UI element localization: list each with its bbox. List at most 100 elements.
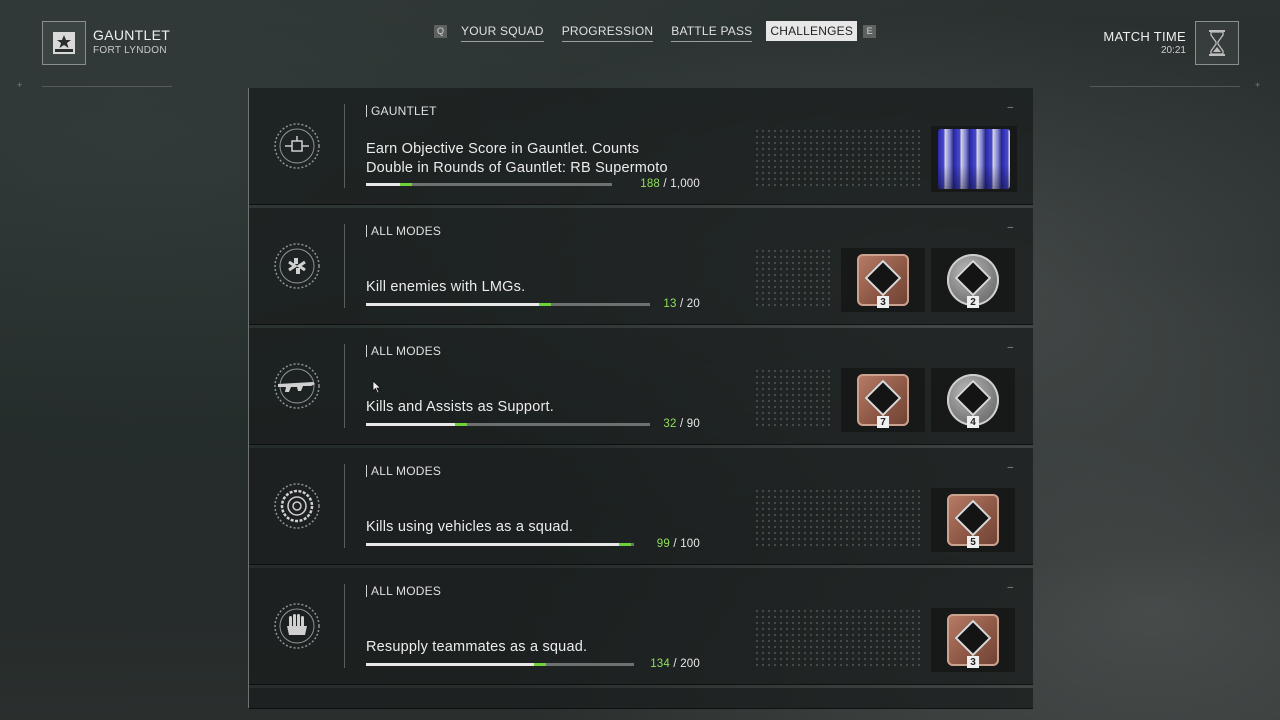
card-separator: [344, 464, 345, 548]
challenge-list[interactable]: GAUNTLET Earn Objective Score in Gauntle…: [248, 88, 1033, 709]
support-rifle-icon: [273, 362, 321, 410]
tab-progression[interactable]: PROGRESSION: [558, 21, 658, 42]
match-time-label: MATCH TIME: [1103, 29, 1186, 44]
vehicle-skin-icon: [938, 129, 1010, 189]
silver-token-icon: 2: [947, 254, 999, 308]
reward-count: 3: [967, 656, 979, 668]
reward-slot[interactable]: 3: [841, 248, 925, 312]
match-time-value: 20:21: [1160, 45, 1186, 56]
bronze-token-icon: 7: [857, 374, 909, 428]
top-tabs: Q YOUR SQUAD PROGRESSION BATTLE PASS CHA…: [434, 21, 877, 42]
progress-gain: [539, 303, 551, 306]
resupply-hand-icon: [273, 602, 321, 650]
mouse-cursor-icon: [372, 380, 382, 394]
game-mode-title: GAUNTLET: [93, 27, 171, 43]
progress-gain: [619, 543, 631, 546]
reward-count: 2: [967, 296, 979, 308]
progress-fill: [366, 423, 455, 426]
corner-mark: +: [17, 80, 23, 90]
challenge-category: ALL MODES: [366, 465, 441, 477]
collapse-mark: –: [1007, 462, 1013, 473]
tab-battle-pass[interactable]: BATTLE PASS: [667, 21, 756, 42]
progress-gain: [400, 183, 412, 186]
challenge-category: GAUNTLET: [366, 105, 437, 117]
collapse-mark: –: [1007, 582, 1013, 593]
dot-pattern: [754, 248, 834, 306]
reward-slot[interactable]: 4: [931, 368, 1015, 432]
challenge-description: Kill enemies with LMGs.: [366, 278, 525, 297]
match-time-emblem: [1195, 21, 1239, 65]
card-separator: [344, 344, 345, 428]
progress-fill: [366, 183, 400, 186]
dot-pattern: [754, 128, 924, 186]
reward-count: 7: [877, 416, 889, 428]
challenge-description-line: Kills and Assists as Support.: [366, 399, 554, 415]
tab-prev-key[interactable]: Q: [434, 24, 447, 38]
dot-pattern: [754, 368, 834, 426]
progress-text: 13 / 20: [663, 298, 700, 310]
reward-count: 4: [967, 416, 979, 428]
progress-current: 134: [650, 658, 670, 670]
reward-count: 3: [877, 296, 889, 308]
progress-current: 188: [640, 178, 661, 190]
progress-current: 32: [663, 418, 677, 430]
challenge-card[interactable]: ALL MODES Kills and Assists as Support. …: [249, 328, 1033, 445]
progress-total: 1,000: [670, 178, 700, 190]
progress-fill: [366, 543, 619, 546]
challenge-card[interactable]: ALL MODES Resupply teammates as a squad.…: [249, 568, 1033, 685]
progress-total: 100: [680, 538, 700, 550]
star-flag-icon: [53, 32, 75, 54]
challenge-category: ALL MODES: [366, 585, 441, 597]
progress-total: 90: [686, 418, 700, 430]
collapse-mark: –: [1007, 102, 1013, 113]
bronze-token-icon: 3: [947, 614, 999, 668]
card-separator: [344, 584, 345, 668]
card-separator: [344, 224, 345, 308]
challenge-description: Resupply teammates as a squad.: [366, 638, 587, 657]
divider: [1090, 86, 1240, 87]
progress-fill: [366, 303, 539, 306]
reward-slot[interactable]: 3: [931, 608, 1015, 672]
challenge-description: Earn Objective Score in Gauntlet. Counts…: [366, 140, 668, 178]
challenge-description: Kills using vehicles as a squad.: [366, 518, 573, 537]
reward-slot[interactable]: [931, 126, 1017, 192]
card-separator: [344, 104, 345, 188]
challenge-card[interactable]: [249, 688, 1033, 709]
progress-text: 99 / 100: [656, 538, 700, 550]
tab-next-key[interactable]: E: [863, 24, 877, 38]
bronze-token-icon: 3: [857, 254, 909, 308]
progress-bar: [366, 183, 612, 186]
tab-your-squad[interactable]: YOUR SQUAD: [457, 21, 548, 42]
challenge-card[interactable]: ALL MODES Kills using vehicles as a squa…: [249, 448, 1033, 565]
challenge-description-line: Resupply teammates as a squad.: [366, 639, 588, 655]
challenge-card[interactable]: GAUNTLET Earn Objective Score in Gauntle…: [249, 88, 1033, 205]
progress-text: 32 / 90: [663, 418, 700, 430]
challenge-description: Kills and Assists as Support.: [366, 398, 554, 417]
map-name: FORT LYNDON: [93, 45, 167, 56]
progress-bar: [366, 663, 634, 666]
challenge-card[interactable]: ALL MODES Kill enemies with LMGs. 13 / 2…: [249, 208, 1033, 325]
challenge-description-line: Earn Objective Score in Gauntlet. Counts: [366, 141, 640, 157]
game-mode-emblem: [42, 21, 86, 65]
challenge-description-line: Kill enemies with LMGs.: [366, 279, 526, 295]
vehicle-wheel-icon: [273, 482, 321, 530]
silver-token-icon: 4: [947, 374, 999, 428]
progress-total: 20: [686, 298, 700, 310]
tab-challenges[interactable]: CHALLENGES: [766, 21, 858, 41]
reward-slot[interactable]: 5: [931, 488, 1015, 552]
reward-slot[interactable]: 2: [931, 248, 1015, 312]
challenge-description-line: Kills using vehicles as a squad.: [366, 519, 574, 535]
progress-current: 99: [656, 538, 670, 550]
objective-icon: [273, 122, 321, 170]
corner-mark: +: [1255, 80, 1261, 90]
progress-gain: [455, 423, 467, 426]
challenge-category: ALL MODES: [366, 225, 441, 237]
challenge-description-line: Double in Rounds of Gauntlet: RB Supermo…: [366, 160, 668, 176]
progress-bar: [366, 543, 634, 546]
bronze-token-icon: 5: [947, 494, 999, 548]
progress-total: 200: [680, 658, 700, 670]
dot-pattern: [754, 608, 924, 666]
reward-slot[interactable]: 7: [841, 368, 925, 432]
hourglass-icon: [1209, 30, 1225, 56]
reward-count: 5: [967, 536, 979, 548]
